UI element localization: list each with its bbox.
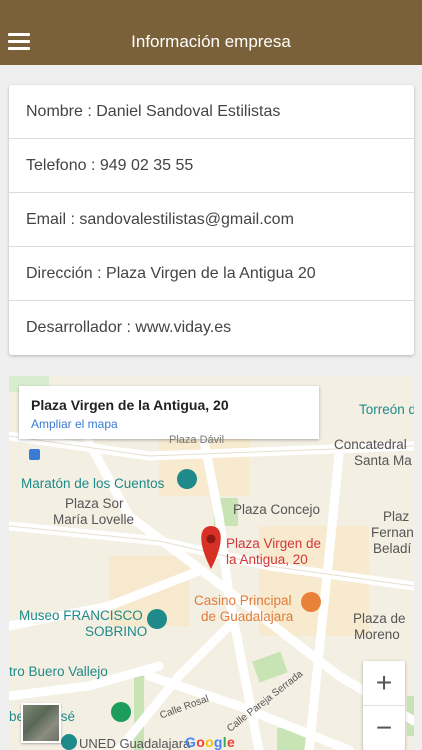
app-bar: Información empresa xyxy=(0,0,422,65)
google-logo: Google xyxy=(185,734,236,750)
embedded-map[interactable]: Plaza Virgen de la Antigua, 20 Ampliar e… xyxy=(9,376,414,750)
map-label-pin-line2: la Antigua, 20 xyxy=(226,552,308,567)
map-label-uned: UNED Guadalajara xyxy=(79,736,191,750)
map-label-partial: Plaza Dávil xyxy=(169,434,225,446)
map-label-plaza-fernan-3: Beladí xyxy=(373,541,412,556)
zoom-in-button[interactable]: + xyxy=(363,661,405,705)
satellite-view-toggle[interactable] xyxy=(21,703,61,743)
map-label-casino-line2: de Guadalajara xyxy=(201,609,294,624)
map-label-museo-line2: SOBRINO xyxy=(85,624,148,639)
map-label-plaza-moreno-2: Moreno xyxy=(354,627,400,642)
map-label-maraton: Maratón de los Cuentos xyxy=(21,476,165,491)
map-label-buero: tro Buero Vallejo xyxy=(9,664,108,679)
bus-stop-marker xyxy=(29,449,40,460)
map-label-plaza-fernan-2: Fernan xyxy=(371,525,414,540)
map-label-plaza-moreno-1: Plaza de xyxy=(353,611,406,626)
map-label-santa-ma: Santa Ma xyxy=(354,453,412,468)
map-label-museo-line1: Museo FRANCISCO xyxy=(19,608,143,623)
company-info-card: Nombre : Daniel Sandoval Estilistas Tele… xyxy=(9,85,414,355)
company-name-row: Nombre : Daniel Sandoval Estilistas xyxy=(9,85,414,139)
map-info-title: Plaza Virgen de la Antigua, 20 xyxy=(31,397,229,413)
map-label-plaza-fernan-1: Plaz xyxy=(383,509,410,524)
zoom-controls: + − xyxy=(363,661,405,750)
view-larger-map-link[interactable]: Ampliar el mapa xyxy=(31,417,307,431)
map-label-pin-line1: Plaza Virgen de xyxy=(226,536,322,551)
map-label-concatedral: Concatedral xyxy=(334,437,407,452)
address-row: Dirección : Plaza Virgen de la Antigua 2… xyxy=(9,247,414,301)
zoom-out-button[interactable]: − xyxy=(363,705,405,749)
email-row[interactable]: Email : sandovalestilistas@gmail.com xyxy=(9,193,414,247)
map-label-plaza-concejo: Plaza Concejo xyxy=(233,502,321,517)
map-label-casino-line1: Casino Principal xyxy=(194,593,292,608)
page-title: Información empresa xyxy=(131,32,291,51)
phone-row[interactable]: Telefono : 949 02 35 55 xyxy=(9,139,414,193)
map-label-maria-lovelle: María Lovelle xyxy=(53,512,135,527)
developer-row[interactable]: Desarrollador : www.viday.es xyxy=(9,301,414,355)
map-label-torreon: Torreón d xyxy=(359,402,414,417)
map-label-plaza-sor: Plaza Sor xyxy=(65,496,124,511)
